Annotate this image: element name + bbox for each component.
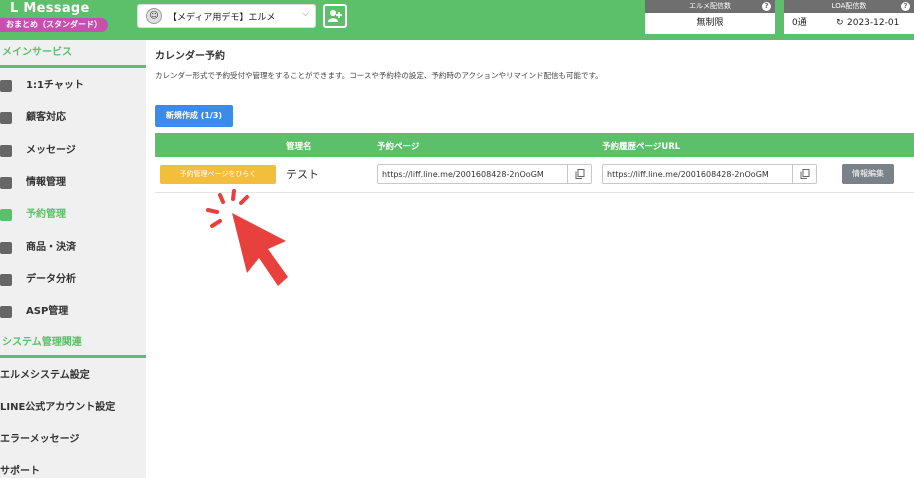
account-select[interactable]: ☺ 【メディア用デモ】エルメ ⌵ <box>137 4 316 28</box>
col-booking-header: 予約ページ <box>377 142 420 152</box>
tag-icon <box>0 177 12 189</box>
refresh-icon[interactable]: ↻ <box>836 13 844 34</box>
copy-icon <box>575 169 585 179</box>
sidebar-item-reservation[interactable]: 予約管理 <box>0 199 146 231</box>
loa-count-label: LOA配信数 <box>831 2 867 10</box>
send-count-box: エルメ配信数 ? 無制限 <box>645 0 775 34</box>
copy-icon <box>800 169 810 179</box>
calendar-icon <box>0 209 12 221</box>
table-header: 管理名 予約ページ 予約履歴ページURL <box>155 133 914 157</box>
booking-url-text: https://liff.line.me/2001608428-2nOoGM <box>382 170 544 179</box>
open-management-button[interactable]: 予約管理ページをひらく <box>160 165 276 184</box>
send-count-value: 無制限 <box>645 13 775 34</box>
sidebar-item-system-settings[interactable]: エルメシステム設定 <box>0 360 146 392</box>
booking-url-field[interactable]: https://liff.line.me/2001608428-2nOoGM <box>377 164 592 184</box>
loa-reset-date: 2023-12-01 <box>847 18 900 28</box>
sidebar-item-error-messages[interactable]: エラーメッセージ <box>0 424 146 456</box>
page-description: カレンダー形式で予約受付や管理をすることができます。コースや予約枠の設定、予約時… <box>155 71 603 80</box>
top-header: L Message おまとめ（スタンダード） ☺ 【メディア用デモ】エルメ ⌵ … <box>0 0 914 40</box>
page-title: カレンダー予約 <box>155 51 225 62</box>
sidebar-item-customer[interactable]: 顧客対応 <box>0 102 146 134</box>
message-icon <box>0 145 12 157</box>
chart-icon <box>0 274 12 286</box>
click-pointer-icon <box>200 185 300 294</box>
new-create-button[interactable]: 新規作成 (1/3) <box>155 105 233 127</box>
sidebar-item-products[interactable]: 商品・決済 <box>0 232 146 264</box>
help-icon[interactable]: ? <box>901 2 910 11</box>
sidebar-item-asp[interactable]: ASP管理 <box>0 296 146 328</box>
chevron-down-icon: ⌵ <box>302 9 309 19</box>
sidebar-item-info[interactable]: 情報管理 <box>0 167 146 199</box>
sidebar-item-analytics[interactable]: データ分析 <box>0 264 146 296</box>
sidebar-item-chat[interactable]: 1:1チャット <box>0 70 146 102</box>
add-account-button[interactable] <box>323 4 347 28</box>
customer-icon <box>0 112 12 124</box>
app-logo[interactable]: L Message <box>10 1 90 16</box>
help-icon[interactable]: ? <box>762 2 771 11</box>
sidebar-item-line-settings[interactable]: LINE公式アカウント設定 <box>0 392 146 424</box>
system-section-heading: システム管理関連 <box>0 330 146 358</box>
account-avatar-icon: ☺ <box>146 8 162 24</box>
col-history-header: 予約履歴ページURL <box>602 142 681 152</box>
asp-icon <box>0 306 12 318</box>
edit-info-button[interactable]: 情報編集 <box>842 164 894 184</box>
main-service-heading: メインサービス <box>0 40 146 68</box>
col-name-header: 管理名 <box>286 142 312 152</box>
history-url-text: https://liff.line.me/2001608428-2nOoGM <box>607 170 769 179</box>
account-name: 【メディア用デモ】エルメ <box>168 13 276 23</box>
sidebar-item-support[interactable]: サポート <box>0 456 146 478</box>
loa-count-box: LOA配信数 ? 0通 ↻ 2023-12-01 <box>784 0 914 34</box>
sidebar: メインサービス 1:1チャット 顧客対応 メッセージ 情報管理 予約管理 商品・… <box>0 40 146 478</box>
history-url-field[interactable]: https://liff.line.me/2001608428-2nOoGM <box>602 164 817 184</box>
copy-history-url-button[interactable] <box>792 165 816 183</box>
loa-count-value: 0通 <box>792 18 807 28</box>
copy-booking-url-button[interactable] <box>567 165 591 183</box>
add-user-icon <box>328 10 342 22</box>
row-name: テスト <box>286 168 319 181</box>
chat-icon <box>0 80 12 92</box>
sidebar-item-message[interactable]: メッセージ <box>0 135 146 167</box>
plan-badge: おまとめ（スタンダード） <box>0 18 108 32</box>
cart-icon <box>0 242 12 254</box>
send-count-label: エルメ配信数 <box>689 2 731 10</box>
